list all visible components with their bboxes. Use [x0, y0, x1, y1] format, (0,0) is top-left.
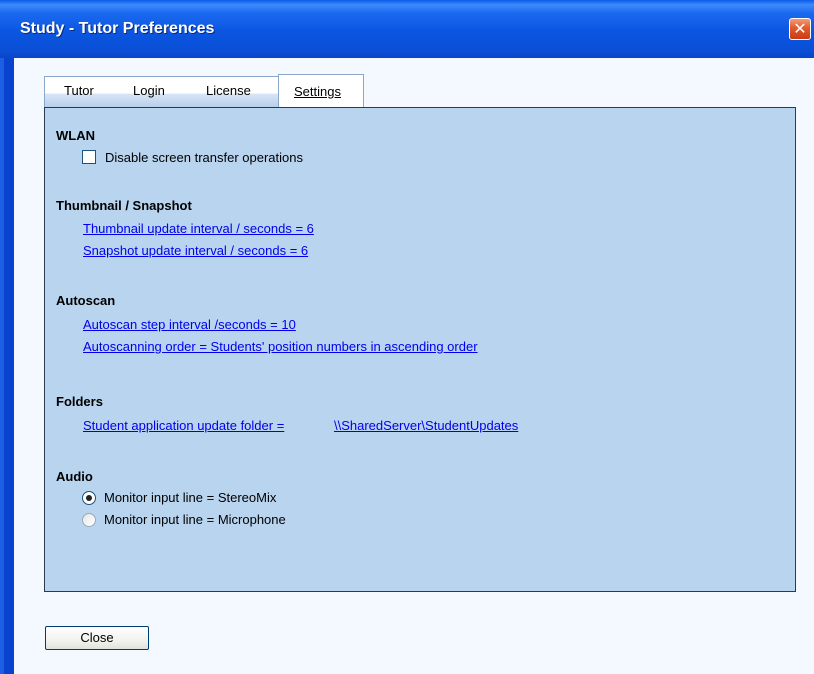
settings-panel: WLAN Disable screen transfer operations … [44, 107, 796, 592]
autoscan-step-interval-link[interactable]: Autoscan step interval /seconds = 10 [83, 317, 296, 332]
tab-tutor[interactable]: Tutor [64, 77, 94, 105]
radio-stereomix[interactable] [82, 491, 96, 505]
audio-heading: Audio [56, 469, 93, 484]
tab-settings[interactable]: Settings [278, 74, 364, 108]
disable-screen-transfer-label: Disable screen transfer operations [105, 150, 303, 165]
folders-heading: Folders [56, 394, 103, 409]
thumbnail-interval-link[interactable]: Thumbnail update interval / seconds = 6 [83, 221, 314, 236]
tab-license[interactable]: License [206, 77, 251, 105]
radio-stereomix-label: Monitor input line = StereoMix [104, 490, 277, 505]
autoscan-heading: Autoscan [56, 293, 116, 308]
radio-microphone[interactable] [82, 513, 96, 527]
tab-login[interactable]: Login [133, 77, 165, 105]
thumbnail-snapshot-heading: Thumbnail / Snapshot [56, 198, 192, 213]
update-folder-path-link[interactable]: \\SharedServer\StudentUpdates [334, 418, 518, 433]
title-bar[interactable]: Study - Tutor Preferences ✕ [0, 0, 814, 60]
close-button[interactable]: Close [45, 626, 149, 650]
close-icon[interactable]: ✕ [789, 18, 811, 40]
snapshot-interval-link[interactable]: Snapshot update interval / seconds = 6 [83, 243, 308, 258]
wlan-heading: WLAN [56, 128, 95, 143]
radio-microphone-label: Monitor input line = Microphone [104, 512, 286, 527]
disable-screen-transfer-checkbox[interactable] [82, 150, 96, 164]
autoscan-order-link[interactable]: Autoscanning order = Students' position … [83, 339, 478, 354]
window-frame-left-highlight [0, 58, 4, 674]
tab-settings-label: Settings [294, 84, 341, 99]
update-folder-link[interactable]: Student application update folder = [83, 418, 284, 433]
window-title: Study - Tutor Preferences [20, 20, 215, 37]
